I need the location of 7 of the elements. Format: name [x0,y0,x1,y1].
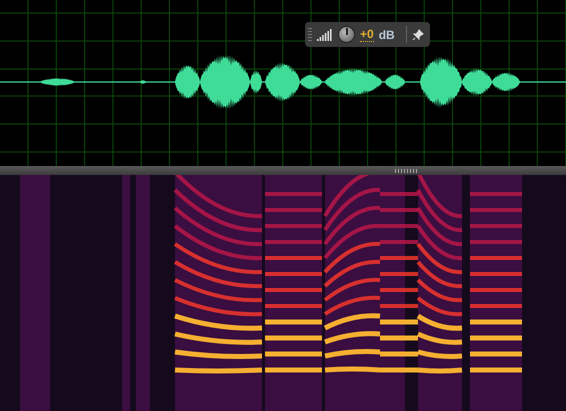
volume-knob[interactable] [338,26,355,43]
gain-value[interactable]: +0 [360,27,374,42]
gain-unit: dB [378,28,395,42]
grip-handle-icon[interactable] [395,168,419,172]
pin-icon[interactable] [412,28,424,40]
signal-bars-icon [317,28,333,40]
grip-icon[interactable] [308,28,312,42]
